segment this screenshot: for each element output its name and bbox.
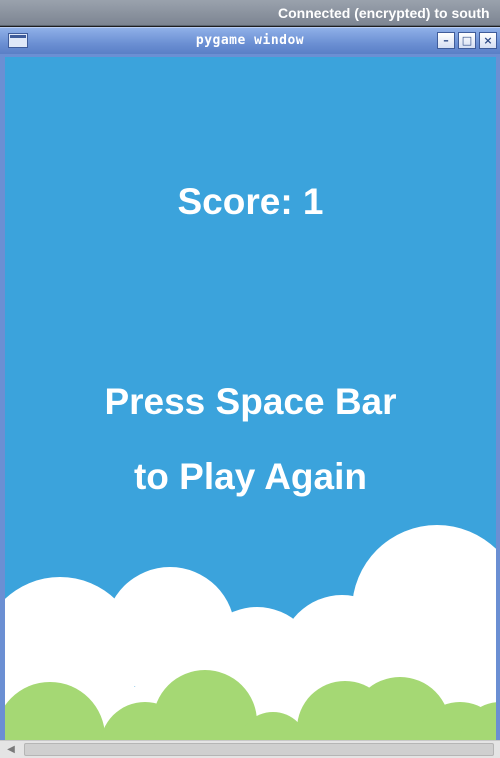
scroll-thumb[interactable] bbox=[24, 743, 494, 756]
maximize-button[interactable]: □ bbox=[458, 32, 476, 49]
restart-message-line2: to Play Again bbox=[133, 456, 367, 497]
horizontal-scrollbar[interactable]: ◀ bbox=[0, 740, 500, 758]
scroll-left-button[interactable]: ◀ bbox=[0, 741, 22, 758]
game-canvas[interactable]: Score: 1 Press Space Bar to Play Again bbox=[5, 57, 496, 740]
vnc-status-bar: Connected (encrypted) to south bbox=[0, 0, 500, 26]
scroll-left-arrow-icon: ◀ bbox=[7, 744, 15, 755]
maximize-icon: □ bbox=[461, 34, 473, 47]
score-text: Score: 1 bbox=[177, 181, 324, 222]
window-title: pygame window bbox=[195, 33, 305, 48]
connection-status-text: Connected (encrypted) to south bbox=[278, 5, 490, 21]
close-button[interactable]: × bbox=[479, 32, 497, 49]
window-titlebar[interactable]: pygame window – □ × bbox=[0, 27, 500, 54]
restart-message-line1: Press Space Bar bbox=[104, 381, 397, 422]
minimize-button[interactable]: – bbox=[437, 32, 455, 49]
minimize-icon: – bbox=[443, 34, 449, 47]
close-icon: × bbox=[483, 34, 493, 47]
